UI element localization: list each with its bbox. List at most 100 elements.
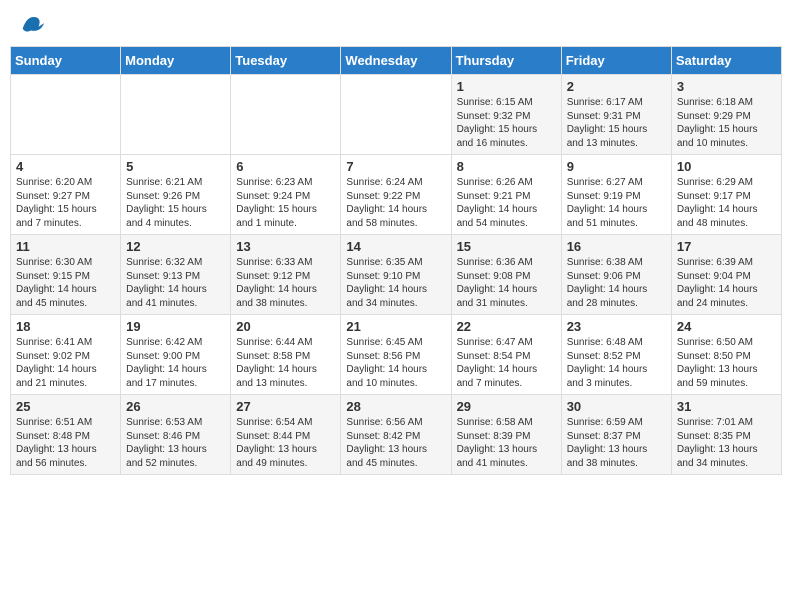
- calendar-cell: 28 Sunrise: 6:56 AM Sunset: 8:42 PM Dayli…: [341, 395, 451, 475]
- day-info: Sunrise: 6:47 AM Sunset: 8:54 PM Dayligh…: [457, 336, 556, 390]
- calendar-cell: 5Sunrise: 6:21 AM Sunset: 9:26 PM Daylig…: [121, 155, 231, 235]
- calendar-week-3: 11Sunrise: 6:30 AM Sunset: 9:15 PM Dayli…: [11, 235, 782, 315]
- weekday-header-saturday: Saturday: [671, 47, 781, 75]
- day-info: Sunrise: 6:59 AM Sunset: 8:37 PM Dayligh…: [567, 416, 666, 470]
- day-info: Sunrise: 6:20 AM Sunset: 9:27 PM Dayligh…: [16, 176, 115, 230]
- day-number: 13: [236, 239, 335, 254]
- day-number: 22: [457, 319, 556, 334]
- calendar-cell: 26 Sunrise: 6:53 AM Sunset: 8:46 PM Dayli…: [121, 395, 231, 475]
- day-number: 15: [457, 239, 556, 254]
- calendar-cell: 22 Sunrise: 6:47 AM Sunset: 8:54 PM Dayli…: [451, 315, 561, 395]
- calendar-cell: 12 Sunrise: 6:32 AM Sunset: 9:13 PM Dayli…: [121, 235, 231, 315]
- day-info: Sunrise: 6:58 AM Sunset: 8:39 PM Dayligh…: [457, 416, 556, 470]
- day-number: 21: [346, 319, 445, 334]
- calendar-cell: 7 Sunrise: 6:24 AM Sunset: 9:22 PM Daylig…: [341, 155, 451, 235]
- day-info: Sunrise: 6:36 AM Sunset: 9:08 PM Dayligh…: [457, 256, 556, 310]
- calendar-cell: 9Sunrise: 6:27 AM Sunset: 9:19 PM Daylig…: [561, 155, 671, 235]
- calendar-cell: [11, 75, 121, 155]
- calendar-cell: 1 Sunrise: 6:15 AM Sunset: 9:32 PM Daylig…: [451, 75, 561, 155]
- calendar-cell: 11Sunrise: 6:30 AM Sunset: 9:15 PM Dayli…: [11, 235, 121, 315]
- day-number: 30: [567, 399, 666, 414]
- calendar-cell: 25 Sunrise: 6:51 AM Sunset: 8:48 PM Dayli…: [11, 395, 121, 475]
- day-number: 26: [126, 399, 225, 414]
- weekday-header-sunday: Sunday: [11, 47, 121, 75]
- calendar-cell: 20 Sunrise: 6:44 AM Sunset: 8:58 PM Dayli…: [231, 315, 341, 395]
- calendar-cell: 16 Sunrise: 6:38 AM Sunset: 9:06 PM Dayli…: [561, 235, 671, 315]
- day-info: Sunrise: 6:42 AM Sunset: 9:00 PM Dayligh…: [126, 336, 225, 390]
- day-number: 24: [677, 319, 776, 334]
- day-number: 16: [567, 239, 666, 254]
- calendar-week-4: 18Sunrise: 6:41 AM Sunset: 9:02 PM Dayli…: [11, 315, 782, 395]
- day-number: 14: [346, 239, 445, 254]
- day-info: Sunrise: 6:27 AM Sunset: 9:19 PM Dayligh…: [567, 176, 666, 230]
- day-info: Sunrise: 6:26 AM Sunset: 9:21 PM Dayligh…: [457, 176, 556, 230]
- logo: [14, 10, 46, 38]
- day-number: 12: [126, 239, 225, 254]
- calendar-cell: 29Sunrise: 6:58 AM Sunset: 8:39 PM Dayli…: [451, 395, 561, 475]
- day-number: 27: [236, 399, 335, 414]
- calendar-cell: [341, 75, 451, 155]
- calendar-cell: 27 Sunrise: 6:54 AM Sunset: 8:44 PM Dayli…: [231, 395, 341, 475]
- day-number: 4: [16, 159, 115, 174]
- day-info: Sunrise: 6:38 AM Sunset: 9:06 PM Dayligh…: [567, 256, 666, 310]
- calendar-cell: 3Sunrise: 6:18 AM Sunset: 9:29 PM Daylig…: [671, 75, 781, 155]
- day-number: 20: [236, 319, 335, 334]
- calendar-cell: 13 Sunrise: 6:33 AM Sunset: 9:12 PM Dayli…: [231, 235, 341, 315]
- calendar-cell: 4 Sunrise: 6:20 AM Sunset: 9:27 PM Daylig…: [11, 155, 121, 235]
- day-info: Sunrise: 6:56 AM Sunset: 8:42 PM Dayligh…: [346, 416, 445, 470]
- calendar-cell: 10 Sunrise: 6:29 AM Sunset: 9:17 PM Dayli…: [671, 155, 781, 235]
- calendar-cell: 24 Sunrise: 6:50 AM Sunset: 8:50 PM Dayli…: [671, 315, 781, 395]
- day-info: Sunrise: 6:32 AM Sunset: 9:13 PM Dayligh…: [126, 256, 225, 310]
- day-info: Sunrise: 6:15 AM Sunset: 9:32 PM Dayligh…: [457, 96, 556, 150]
- logo-icon: [18, 10, 46, 38]
- day-info: Sunrise: 6:50 AM Sunset: 8:50 PM Dayligh…: [677, 336, 776, 390]
- weekday-header-thursday: Thursday: [451, 47, 561, 75]
- calendar-cell: [121, 75, 231, 155]
- day-info: Sunrise: 6:53 AM Sunset: 8:46 PM Dayligh…: [126, 416, 225, 470]
- day-number: 2: [567, 79, 666, 94]
- day-number: 3: [677, 79, 776, 94]
- calendar-cell: 31 Sunrise: 7:01 AM Sunset: 8:35 PM Dayli…: [671, 395, 781, 475]
- day-number: 25: [16, 399, 115, 414]
- calendar-cell: 6 Sunrise: 6:23 AM Sunset: 9:24 PM Daylig…: [231, 155, 341, 235]
- weekday-header-friday: Friday: [561, 47, 671, 75]
- day-number: 17: [677, 239, 776, 254]
- calendar-cell: 19Sunrise: 6:42 AM Sunset: 9:00 PM Dayli…: [121, 315, 231, 395]
- day-info: Sunrise: 6:44 AM Sunset: 8:58 PM Dayligh…: [236, 336, 335, 390]
- weekday-header-monday: Monday: [121, 47, 231, 75]
- day-number: 5: [126, 159, 225, 174]
- calendar-cell: 17Sunrise: 6:39 AM Sunset: 9:04 PM Dayli…: [671, 235, 781, 315]
- day-number: 1: [457, 79, 556, 94]
- calendar-table: SundayMondayTuesdayWednesdayThursdayFrid…: [10, 46, 782, 475]
- day-number: 7: [346, 159, 445, 174]
- calendar-week-5: 25 Sunrise: 6:51 AM Sunset: 8:48 PM Dayli…: [11, 395, 782, 475]
- calendar-week-1: 1 Sunrise: 6:15 AM Sunset: 9:32 PM Daylig…: [11, 75, 782, 155]
- day-info: Sunrise: 6:35 AM Sunset: 9:10 PM Dayligh…: [346, 256, 445, 310]
- day-info: Sunrise: 6:48 AM Sunset: 8:52 PM Dayligh…: [567, 336, 666, 390]
- day-info: Sunrise: 6:23 AM Sunset: 9:24 PM Dayligh…: [236, 176, 335, 230]
- weekday-header-wednesday: Wednesday: [341, 47, 451, 75]
- day-number: 6: [236, 159, 335, 174]
- day-number: 23: [567, 319, 666, 334]
- calendar-cell: 8 Sunrise: 6:26 AM Sunset: 9:21 PM Daylig…: [451, 155, 561, 235]
- weekday-header-tuesday: Tuesday: [231, 47, 341, 75]
- day-info: Sunrise: 6:29 AM Sunset: 9:17 PM Dayligh…: [677, 176, 776, 230]
- calendar-cell: 21Sunrise: 6:45 AM Sunset: 8:56 PM Dayli…: [341, 315, 451, 395]
- day-number: 8: [457, 159, 556, 174]
- day-info: Sunrise: 6:51 AM Sunset: 8:48 PM Dayligh…: [16, 416, 115, 470]
- day-number: 18: [16, 319, 115, 334]
- calendar-cell: 18Sunrise: 6:41 AM Sunset: 9:02 PM Dayli…: [11, 315, 121, 395]
- day-info: Sunrise: 7:01 AM Sunset: 8:35 PM Dayligh…: [677, 416, 776, 470]
- calendar-cell: 2Sunrise: 6:17 AM Sunset: 9:31 PM Daylig…: [561, 75, 671, 155]
- calendar-cell: 23 Sunrise: 6:48 AM Sunset: 8:52 PM Dayli…: [561, 315, 671, 395]
- calendar-cell: 30 Sunrise: 6:59 AM Sunset: 8:37 PM Dayli…: [561, 395, 671, 475]
- day-number: 28: [346, 399, 445, 414]
- day-info: Sunrise: 6:24 AM Sunset: 9:22 PM Dayligh…: [346, 176, 445, 230]
- calendar-cell: 14 Sunrise: 6:35 AM Sunset: 9:10 PM Dayli…: [341, 235, 451, 315]
- day-info: Sunrise: 6:33 AM Sunset: 9:12 PM Dayligh…: [236, 256, 335, 310]
- day-info: Sunrise: 6:54 AM Sunset: 8:44 PM Dayligh…: [236, 416, 335, 470]
- day-number: 10: [677, 159, 776, 174]
- day-number: 11: [16, 239, 115, 254]
- calendar-week-2: 4 Sunrise: 6:20 AM Sunset: 9:27 PM Daylig…: [11, 155, 782, 235]
- day-number: 31: [677, 399, 776, 414]
